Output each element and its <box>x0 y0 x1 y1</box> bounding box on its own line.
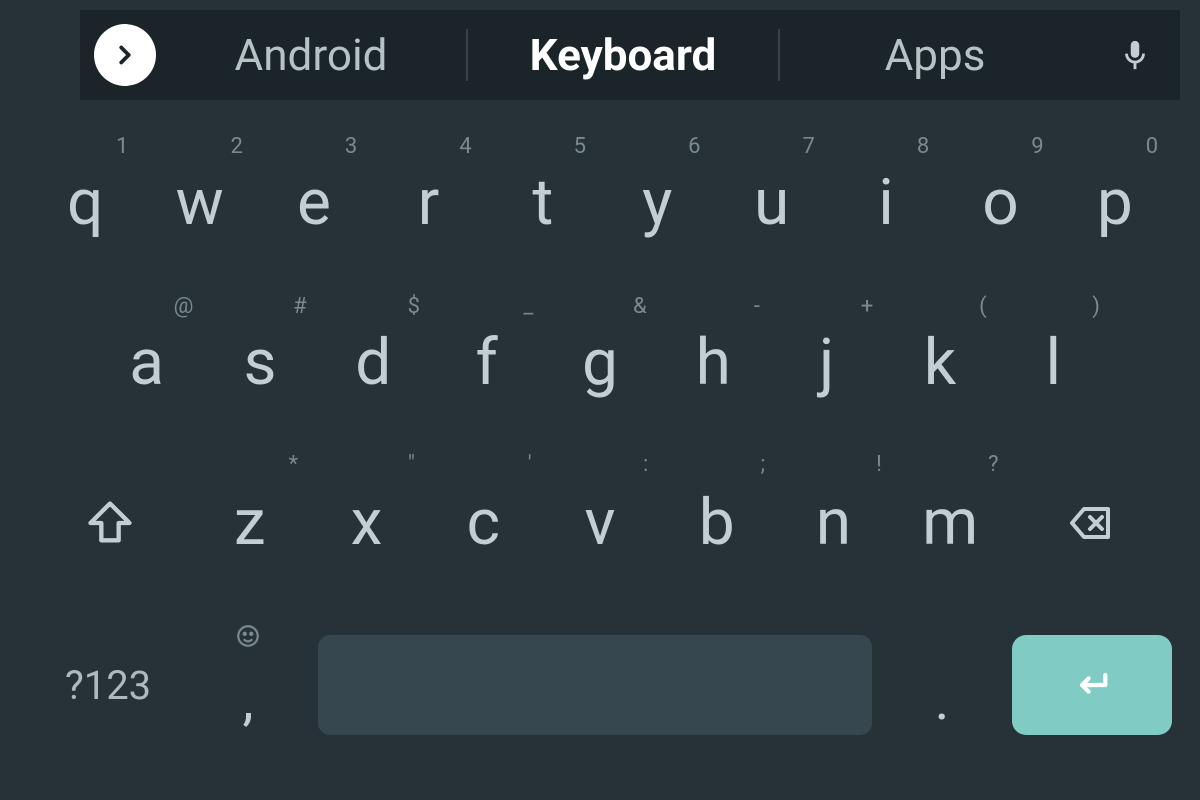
key-h[interactable]: -h <box>657 288 770 438</box>
key-l[interactable]: )l <box>997 288 1110 438</box>
key-u[interactable]: 7u <box>714 128 828 278</box>
suggestion-2[interactable]: Keyboard <box>468 29 778 81</box>
key-a[interactable]: @a <box>90 288 203 438</box>
key-z[interactable]: *z <box>191 448 308 598</box>
key-n[interactable]: !n <box>775 448 892 598</box>
enter-arrow-icon <box>1067 665 1117 705</box>
comma-label: , <box>242 667 253 733</box>
key-c[interactable]: 'c <box>425 448 542 598</box>
suggestion-1[interactable]: Android <box>156 29 466 81</box>
key-o[interactable]: 9o <box>943 128 1057 278</box>
suggestion-3[interactable]: Apps <box>780 29 1090 81</box>
shift-up-icon <box>84 497 136 549</box>
backspace-key[interactable] <box>1009 448 1172 598</box>
expand-suggestions-button[interactable] <box>94 24 156 86</box>
key-j[interactable]: +j <box>770 288 883 438</box>
enter-key[interactable] <box>1012 635 1172 735</box>
key-x[interactable]: "x <box>308 448 425 598</box>
key-m[interactable]: ?m <box>892 448 1009 598</box>
key-g[interactable]: &g <box>543 288 656 438</box>
space-key[interactable] <box>318 635 872 735</box>
key-i[interactable]: 8i <box>829 128 943 278</box>
mic-icon <box>1118 33 1152 77</box>
key-row-3: *z "x 'c :v ;b !n ?m <box>0 448 1200 598</box>
symbols-key[interactable]: ?123 <box>28 662 188 709</box>
suggestion-bar: Android Keyboard Apps <box>80 10 1180 100</box>
key-d[interactable]: $d <box>317 288 430 438</box>
backspace-icon <box>1060 499 1120 547</box>
key-w[interactable]: 2w <box>142 128 256 278</box>
key-v[interactable]: :v <box>542 448 659 598</box>
key-p[interactable]: 0p <box>1058 128 1172 278</box>
comma-key[interactable]: , <box>188 615 308 755</box>
key-r[interactable]: 4r <box>371 128 485 278</box>
voice-input-button[interactable] <box>1090 33 1180 77</box>
key-b[interactable]: ;b <box>658 448 775 598</box>
key-s[interactable]: #s <box>203 288 316 438</box>
key-e[interactable]: 3e <box>257 128 371 278</box>
period-key[interactable]: . <box>882 615 1002 755</box>
key-row-4: ?123 , . <box>0 610 1200 760</box>
emoji-icon <box>235 623 261 649</box>
shift-key[interactable] <box>28 448 191 598</box>
key-row-2: @a #s $d _f &g -h +j (k )l <box>0 288 1200 438</box>
key-row-1: 1q 2w 3e 4r 5t 6y 7u 8i 9o 0p <box>0 128 1200 278</box>
key-f[interactable]: _f <box>430 288 543 438</box>
key-q[interactable]: 1q <box>28 128 142 278</box>
key-k[interactable]: (k <box>883 288 996 438</box>
key-y[interactable]: 6y <box>600 128 714 278</box>
key-t[interactable]: 5t <box>486 128 600 278</box>
chevron-right-icon <box>110 40 140 70</box>
keyboard: Android Keyboard Apps 1q 2w 3e 4r 5t 6y … <box>0 0 1200 800</box>
period-label: . <box>935 667 950 733</box>
